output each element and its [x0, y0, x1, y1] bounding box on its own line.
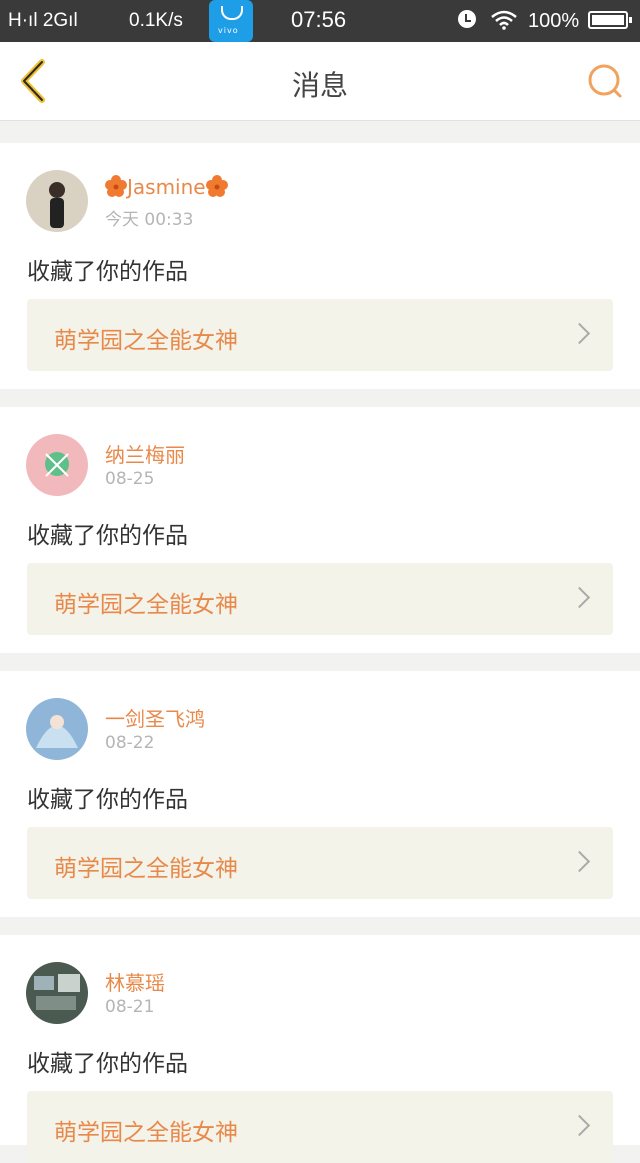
user-name-text: Jasmine — [127, 175, 206, 199]
message-action: 收藏了你的作品 — [27, 259, 188, 285]
message-action: 收藏了你的作品 — [27, 523, 188, 549]
flower-icon — [105, 175, 127, 197]
user-name[interactable]: 林慕瑶 — [105, 967, 165, 996]
list-item: 林慕瑶 08-21 收藏了你的作品 萌学园之全能女神 — [0, 935, 640, 1163]
list-item: Jasmine 今天 00:33 收藏了你的作品 萌学园之全能女神 — [0, 143, 640, 389]
alarm-icon — [458, 10, 476, 28]
avatar[interactable] — [26, 434, 88, 496]
signal-indicator: H·ıl 2Gıl — [8, 10, 78, 31]
flower-icon — [205, 175, 228, 197]
avatar[interactable] — [26, 698, 88, 760]
battery-percent: 100% — [528, 10, 580, 32]
message-date: 08-25 — [105, 469, 155, 489]
work-title: 萌学园之全能女神 — [54, 328, 238, 354]
work-link[interactable]: 萌学园之全能女神 — [27, 563, 613, 635]
message-action: 收藏了你的作品 — [27, 1051, 188, 1077]
message-date: 今天 00:33 — [105, 210, 194, 230]
chevron-right-icon — [568, 586, 591, 609]
battery-icon — [588, 11, 632, 29]
page-title: 消息 — [291, 69, 348, 102]
user-name[interactable]: 纳兰梅丽 — [105, 439, 185, 468]
list-item: 一剑圣飞鸿 08-22 收藏了你的作品 萌学园之全能女神 — [0, 671, 640, 917]
chevron-right-icon — [568, 322, 591, 345]
work-title: 萌学园之全能女神 — [54, 592, 238, 618]
clock: 07:56 — [291, 7, 347, 32]
chevron-right-icon — [568, 1114, 591, 1137]
work-title: 萌学园之全能女神 — [54, 856, 238, 882]
avatar[interactable] — [26, 962, 88, 1024]
network-speed: 0.1K/s — [129, 10, 183, 31]
message-date: 08-22 — [105, 733, 155, 753]
wifi-icon — [491, 10, 517, 30]
user-name[interactable]: Jasmine — [105, 175, 228, 199]
message-action: 收藏了你的作品 — [27, 787, 188, 813]
user-name[interactable]: 一剑圣飞鸿 — [105, 703, 205, 732]
work-title: 萌学园之全能女神 — [54, 1120, 238, 1146]
work-link[interactable]: 萌学园之全能女神 — [27, 1091, 613, 1163]
vivo-label: vivo — [218, 26, 239, 35]
chevron-right-icon — [568, 850, 591, 873]
list-item: 纳兰梅丽 08-25 收藏了你的作品 萌学园之全能女神 — [0, 407, 640, 653]
work-link[interactable]: 萌学园之全能女神 — [27, 827, 613, 899]
status-bar: H·ıl 2Gıl 0.1K/s vivo 07:56 100% — [0, 0, 640, 42]
vivo-store-icon[interactable]: vivo — [209, 0, 253, 42]
search-icon[interactable] — [584, 60, 626, 102]
nav-bar: 消息 — [0, 42, 640, 121]
avatar[interactable] — [26, 170, 88, 232]
work-link[interactable]: 萌学园之全能女神 — [27, 299, 613, 371]
message-date: 08-21 — [105, 997, 155, 1017]
